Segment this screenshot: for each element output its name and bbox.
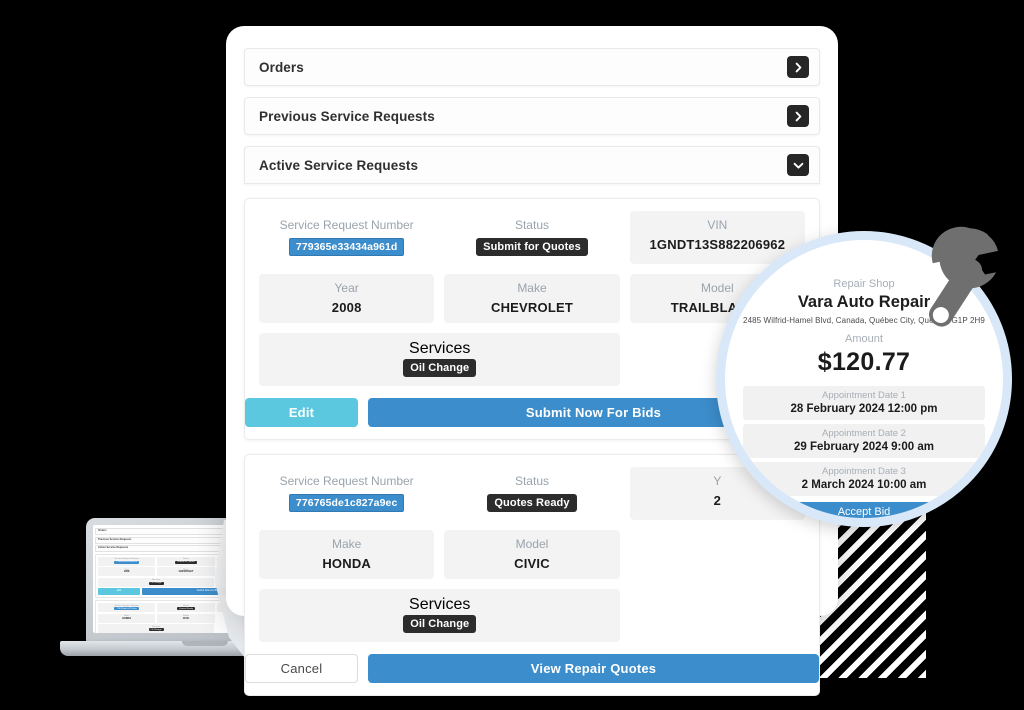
field-row: Service Request Number 779365e33434a961d… [259, 211, 805, 264]
mini-edit-button: Edit [98, 588, 140, 595]
services-field: Services Oil Change [259, 333, 621, 386]
appointment-value: 28 February 2024 12:00 pm [790, 403, 938, 415]
service-badge: Oil Change [403, 615, 477, 633]
mini-service-badge: Oil Change [148, 628, 164, 632]
card-action-row: Cancel View Repair Quotes [245, 654, 819, 683]
accordion-title: Previous Service Requests [259, 108, 435, 124]
appointment-date-1: Appointment Date 1 28 February 2024 12:0… [743, 386, 985, 420]
status-field: Status Quotes Ready [444, 467, 619, 520]
appointment-value: 2 March 2024 10:00 am [801, 479, 927, 491]
edit-button[interactable]: Edit [245, 398, 358, 427]
mini-value: HONDA [122, 616, 132, 620]
field-value: HONDA [322, 556, 371, 571]
services-field: Services Oil Change [259, 589, 621, 642]
make-field: Make HONDA [259, 530, 435, 579]
mini-value: 2008 [124, 570, 130, 574]
mini-value: CIVIC [182, 616, 190, 620]
accordion-title: Orders [259, 59, 304, 75]
appointment-value: 29 February 2024 9:00 am [793, 441, 934, 453]
mini-value: CHEVROLET [178, 570, 194, 574]
field-label: Status [514, 218, 549, 232]
status-field: Status Submit for Quotes [444, 211, 619, 264]
service-request-number-field: Service Request Number 779365e33434a961d [259, 211, 434, 264]
field-label: VIN [707, 218, 728, 232]
field-label: Service Request Number [279, 218, 414, 232]
appointment-date-3: Appointment Date 3 2 March 2024 10:00 am [743, 462, 985, 496]
make-field: Make CHEVROLET [444, 274, 620, 323]
field-value: CHEVROLET [491, 300, 573, 315]
field-row: Make HONDA Model CIVIC [259, 530, 805, 579]
chevron-right-icon[interactable] [787, 56, 809, 78]
field-label: Make [517, 281, 547, 295]
field-row: Service Request Number 776765de1c827a9ec… [259, 467, 805, 520]
year-field: Year 2008 [259, 274, 435, 323]
service-request-number-field: Service Request Number 776765de1c827a9ec [259, 467, 434, 520]
wrench-icon [905, 222, 1017, 347]
service-request-number-badge: 779365e33434a961d [288, 238, 405, 256]
field-row: Year 2008 Make CHEVROLET Model TRAILBLAZ… [259, 274, 805, 323]
model-field: Model CIVIC [444, 530, 620, 579]
mini-accordion-label: Orders [98, 529, 107, 533]
field-label: Status [514, 474, 549, 488]
status-badge: Quotes Ready [487, 494, 577, 512]
accordion-title: Active Service Requests [259, 157, 419, 173]
amount-value: $120.77 [817, 348, 911, 376]
chevron-right-icon[interactable] [787, 105, 809, 127]
laptop-hinge-notch [182, 641, 228, 646]
field-label: Year [334, 281, 359, 295]
mini-sr-badge: 779365e33434a961d [114, 560, 139, 564]
mini-accordion-label: Previous Service Requests [98, 537, 132, 541]
appointment-date-2: Appointment Date 2 29 February 2024 9:00… [743, 424, 985, 458]
field-label: Make [331, 537, 362, 551]
empty-field [630, 530, 805, 579]
screenshot-stage: Orders Previous Service Requests Active … [0, 0, 1024, 710]
mini-service-badge: Oil Change [148, 581, 164, 585]
field-label: Model [515, 537, 549, 551]
field-value: 2008 [331, 300, 362, 315]
appointment-label: Appointment Date 2 [822, 428, 906, 439]
mini-status-badge: Quotes Ready [177, 607, 195, 611]
field-label: Services [409, 596, 471, 613]
service-request-number-badge: 776765de1c827a9ec [288, 494, 405, 512]
mini-sr-badge: 776765de1c827a9ec [114, 607, 139, 611]
services-row: Services Oil Change [259, 589, 805, 642]
mini-status-badge: Submit for Quotes [175, 560, 197, 564]
chevron-down-icon[interactable] [787, 154, 809, 176]
accordion-header-active-service-requests[interactable]: Active Service Requests [244, 146, 820, 184]
appointment-label: Appointment Date 3 [822, 466, 906, 477]
accordion-header-previous-service-requests[interactable]: Previous Service Requests [244, 97, 820, 135]
view-repair-quotes-button[interactable]: View Repair Quotes [368, 654, 819, 683]
field-label: Services [409, 340, 471, 357]
appointment-label: Appointment Date 1 [822, 390, 906, 401]
service-badge: Oil Change [403, 359, 477, 377]
accordion-header-orders[interactable]: Orders [244, 48, 820, 86]
cancel-button[interactable]: Cancel [245, 654, 358, 683]
status-badge: Submit for Quotes [476, 238, 588, 256]
field-value: CIVIC [514, 556, 550, 571]
mini-accordion-label: Active Service Requests [98, 546, 129, 550]
field-label: Service Request Number [279, 474, 414, 488]
